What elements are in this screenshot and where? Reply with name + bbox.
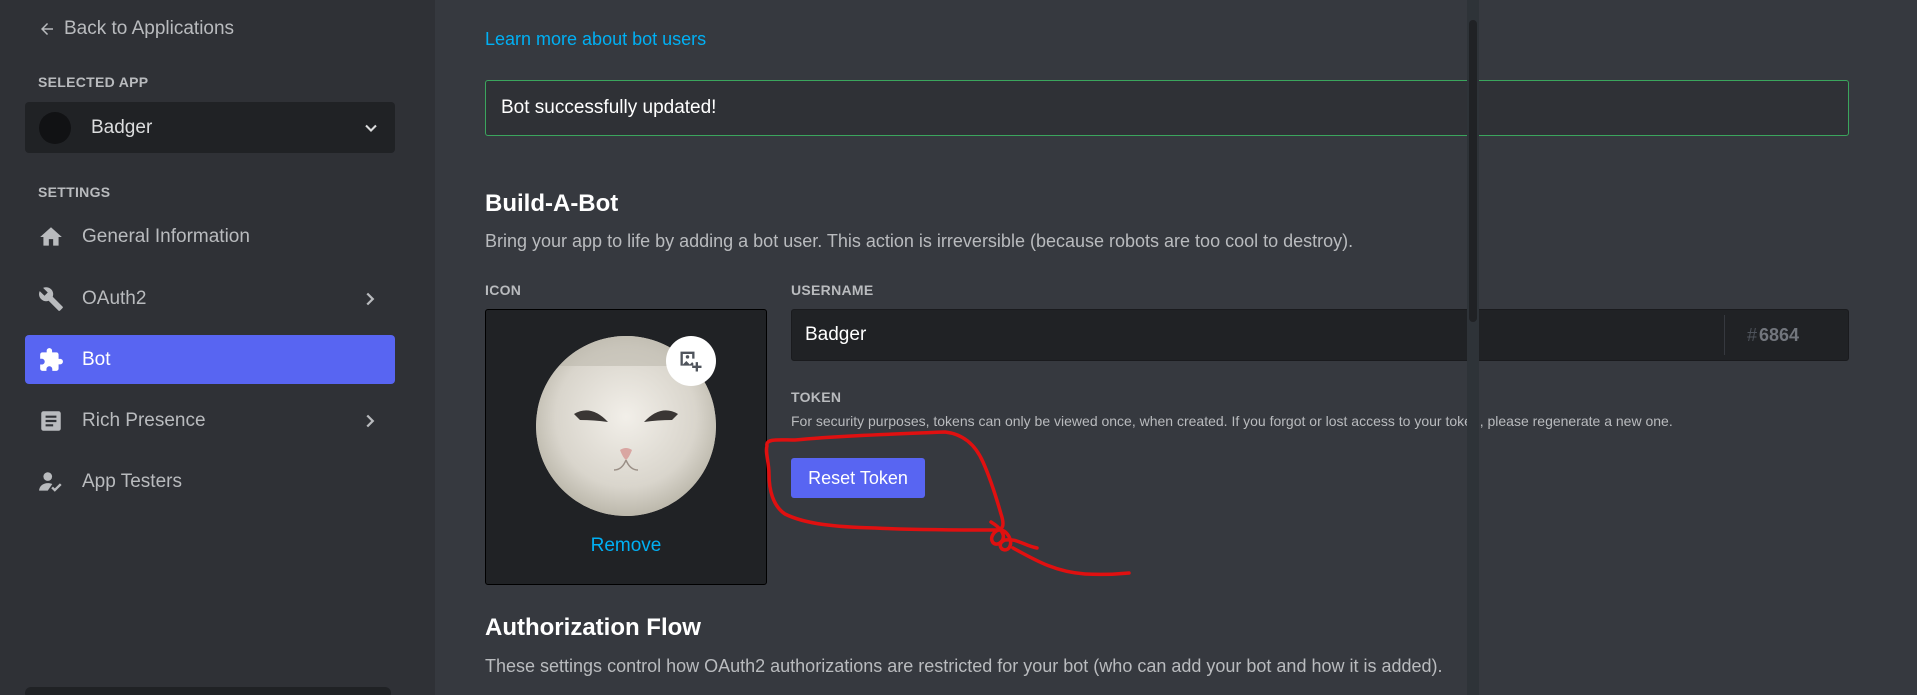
settings-label: SETTINGS xyxy=(38,184,111,200)
authorization-flow-title: Authorization Flow xyxy=(485,614,701,641)
sidebar: Back to Applications SELECTED APP Badger… xyxy=(0,0,435,695)
sidebar-item-app-testers[interactable]: App Testers xyxy=(25,457,395,506)
build-a-bot-title: Build-A-Bot xyxy=(485,190,619,217)
discriminator: # 6864 xyxy=(1724,315,1848,355)
username-field[interactable]: # 6864 xyxy=(791,309,1849,361)
document-icon xyxy=(37,407,65,435)
upload-image-button[interactable] xyxy=(666,336,716,386)
chevron-right-icon xyxy=(366,292,375,305)
puzzle-icon xyxy=(37,346,65,374)
user-panel xyxy=(25,687,391,695)
sidebar-item-rich-presence[interactable]: Rich Presence xyxy=(25,396,395,445)
icon-label: ICON xyxy=(485,282,522,298)
sidebar-item-general-information[interactable]: General Information xyxy=(25,212,395,261)
main-content: Learn more about bot users Bot successfu… xyxy=(435,0,1917,695)
success-banner: Bot successfully updated! xyxy=(485,80,1849,136)
discriminator-value: 6864 xyxy=(1759,324,1800,345)
user-icon xyxy=(37,468,65,496)
remove-icon-link[interactable]: Remove xyxy=(486,535,766,557)
success-message: Bot successfully updated! xyxy=(501,97,717,118)
wrench-icon xyxy=(37,285,65,313)
bot-icon-editor: Remove xyxy=(485,309,767,585)
scrollbar-thumb[interactable] xyxy=(1469,20,1477,322)
image-add-icon xyxy=(680,351,702,372)
chevron-right-icon xyxy=(366,414,375,427)
sidebar-item-label: General Information xyxy=(82,225,250,247)
selected-app-label: SELECTED APP xyxy=(38,74,149,90)
back-label: Back to Applications xyxy=(64,18,235,39)
token-label: TOKEN xyxy=(791,389,842,405)
chevron-down-icon xyxy=(365,124,377,132)
app-avatar xyxy=(39,111,71,144)
home-icon xyxy=(37,223,65,251)
app-selector[interactable]: Badger xyxy=(25,102,395,153)
app-name: Badger xyxy=(91,116,153,138)
username-input[interactable] xyxy=(792,310,1724,360)
sidebar-item-label: Rich Presence xyxy=(82,409,206,431)
sidebar-item-oauth2[interactable]: OAuth2 xyxy=(25,274,395,323)
arrow-left-icon xyxy=(41,23,53,35)
sidebar-item-label: OAuth2 xyxy=(82,287,147,309)
build-a-bot-description: Bring your app to life by adding a bot u… xyxy=(485,231,1354,251)
authorization-flow-description: These settings control how OAuth2 author… xyxy=(485,656,1443,676)
sidebar-item-label: Bot xyxy=(82,348,111,370)
sidebar-item-label: App Testers xyxy=(82,470,182,492)
learn-more-bot-users-link[interactable]: Learn more about bot users xyxy=(485,29,706,50)
token-security-note: For security purposes, tokens can only b… xyxy=(791,413,1673,429)
hash-icon: # xyxy=(1747,324,1758,345)
username-label: USERNAME xyxy=(791,282,874,298)
reset-token-button[interactable]: Reset Token xyxy=(791,458,925,498)
sidebar-item-bot[interactable]: Bot xyxy=(25,335,395,384)
back-to-applications-link[interactable]: Back to Applications xyxy=(38,18,234,40)
